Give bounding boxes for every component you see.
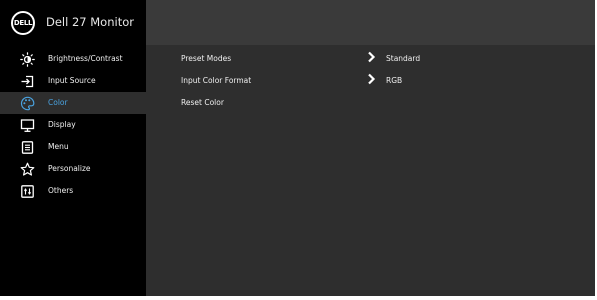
sidebar-item-display[interactable]: Display bbox=[0, 114, 146, 136]
sidebar-item-label: Menu bbox=[48, 142, 69, 151]
others-icon bbox=[20, 184, 35, 199]
input-source-icon bbox=[20, 74, 35, 89]
menu-icon bbox=[20, 140, 35, 155]
main-menu: Brightness/Contrast Input Source Color D… bbox=[0, 48, 146, 202]
sidebar-item-label: Personalize bbox=[48, 164, 91, 173]
sidebar-item-label: Input Source bbox=[48, 76, 96, 85]
monitor-osd: DELL Dell 27 Monitor Brightness/Contrast… bbox=[0, 0, 595, 296]
sidebar-item-brightness-contrast[interactable]: Brightness/Contrast bbox=[0, 48, 146, 70]
color-settings-panel: Preset Modes Standard Input Color Format… bbox=[181, 51, 581, 117]
color-palette-icon bbox=[20, 96, 35, 111]
sidebar-item-label: Brightness/Contrast bbox=[48, 54, 123, 63]
star-icon bbox=[20, 162, 35, 177]
preset-modes-label: Preset Modes bbox=[181, 54, 232, 63]
monitor-title: Dell 27 Monitor bbox=[46, 15, 134, 29]
sidebar-item-label: Others bbox=[48, 186, 74, 195]
sidebar: DELL Dell 27 Monitor Brightness/Contrast… bbox=[0, 0, 146, 296]
reset-color-row[interactable]: Reset Color bbox=[181, 95, 581, 117]
display-icon bbox=[20, 118, 35, 133]
reset-color-label: Reset Color bbox=[181, 98, 224, 107]
sidebar-item-label: Color bbox=[48, 98, 68, 107]
sidebar-item-color[interactable]: Color bbox=[0, 92, 146, 114]
dell-logo-text: DELL bbox=[13, 19, 33, 27]
sidebar-item-others[interactable]: Others bbox=[0, 180, 146, 202]
sidebar-item-input-source[interactable]: Input Source bbox=[0, 70, 146, 92]
input-color-format-row[interactable]: Input Color Format RGB bbox=[181, 73, 581, 95]
sidebar-item-label: Display bbox=[48, 120, 76, 129]
chevron-right-icon bbox=[367, 51, 377, 63]
sidebar-item-personalize[interactable]: Personalize bbox=[0, 158, 146, 180]
brightness-icon bbox=[20, 52, 35, 67]
sidebar-item-menu[interactable]: Menu bbox=[0, 136, 146, 158]
preset-modes-row[interactable]: Preset Modes Standard bbox=[181, 51, 581, 73]
chevron-right-icon bbox=[367, 73, 377, 85]
input-color-format-value: RGB bbox=[386, 76, 403, 85]
input-color-format-label: Input Color Format bbox=[181, 76, 252, 85]
preset-modes-value: Standard bbox=[386, 54, 421, 63]
dell-logo: DELL bbox=[11, 11, 35, 35]
